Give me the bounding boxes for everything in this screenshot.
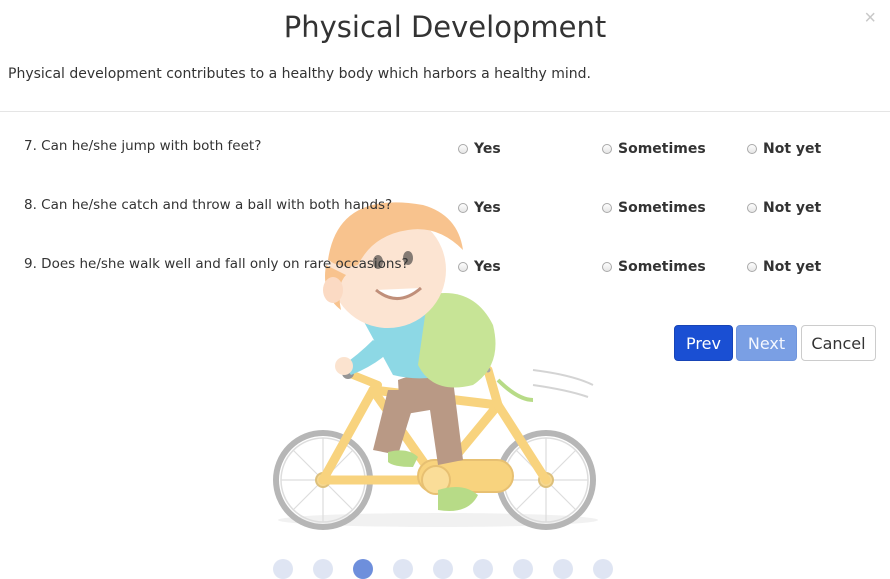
option-label: Yes xyxy=(474,200,501,216)
option-label: Not yet xyxy=(763,259,822,275)
q8-not-yet-option[interactable]: Not yet xyxy=(747,200,821,216)
pagination-dot-8[interactable] xyxy=(553,559,573,579)
boy-on-bicycle-illustration xyxy=(273,202,598,530)
modal-subtitle: Physical development contributes to a he… xyxy=(8,66,591,82)
pagination-dot-6[interactable] xyxy=(473,559,493,579)
pagination-dot-4[interactable] xyxy=(393,559,413,579)
option-label: Yes xyxy=(474,259,501,275)
pagination-dot-1[interactable] xyxy=(273,559,293,579)
pagination-dot-7[interactable] xyxy=(513,559,533,579)
pagination-dot-3[interactable] xyxy=(353,559,373,579)
q9-not-yet-radio[interactable] xyxy=(747,262,757,272)
modal-title: Physical Development xyxy=(283,10,607,44)
option-label: Not yet xyxy=(763,141,822,157)
q7-sometimes-radio[interactable] xyxy=(602,144,612,154)
header-divider xyxy=(0,111,890,112)
option-label: Sometimes xyxy=(618,141,706,157)
q7-sometimes-option[interactable]: Sometimes xyxy=(602,141,706,157)
q7-not-yet-option[interactable]: Not yet xyxy=(747,141,821,157)
q9-yes-option[interactable]: Yes xyxy=(458,259,501,275)
close-icon[interactable]: × xyxy=(864,8,876,28)
pagination-dot-5[interactable] xyxy=(433,559,453,579)
q9-sometimes-option[interactable]: Sometimes xyxy=(602,259,706,275)
q8-sometimes-option[interactable]: Sometimes xyxy=(602,200,706,216)
q7-yes-radio[interactable] xyxy=(458,144,468,154)
question-7: 7. Can he/she jump with both feet? xyxy=(24,138,262,154)
q9-yes-radio[interactable] xyxy=(458,262,468,272)
assessment-modal: Physical Development × Physical developm… xyxy=(0,0,890,579)
q9-not-yet-option[interactable]: Not yet xyxy=(747,259,821,275)
next-button[interactable]: Next xyxy=(736,325,797,361)
option-label: Not yet xyxy=(763,200,822,216)
q7-yes-option[interactable]: Yes xyxy=(458,141,501,157)
q9-sometimes-radio[interactable] xyxy=(602,262,612,272)
question-8: 8. Can he/she catch and throw a ball wit… xyxy=(24,197,393,213)
option-label: Sometimes xyxy=(618,200,706,216)
pagination-dot-2[interactable] xyxy=(313,559,333,579)
question-9: 9. Does he/she walk well and fall only o… xyxy=(24,256,409,272)
q8-yes-radio[interactable] xyxy=(458,203,468,213)
q8-yes-option[interactable]: Yes xyxy=(458,200,501,216)
prev-button[interactable]: Prev xyxy=(674,325,733,361)
option-label: Sometimes xyxy=(618,259,706,275)
q8-sometimes-radio[interactable] xyxy=(602,203,612,213)
q8-not-yet-radio[interactable] xyxy=(747,203,757,213)
pagination-dot-9[interactable] xyxy=(593,559,613,579)
q7-not-yet-radio[interactable] xyxy=(747,144,757,154)
option-label: Yes xyxy=(474,141,501,157)
cancel-button[interactable]: Cancel xyxy=(801,325,876,361)
